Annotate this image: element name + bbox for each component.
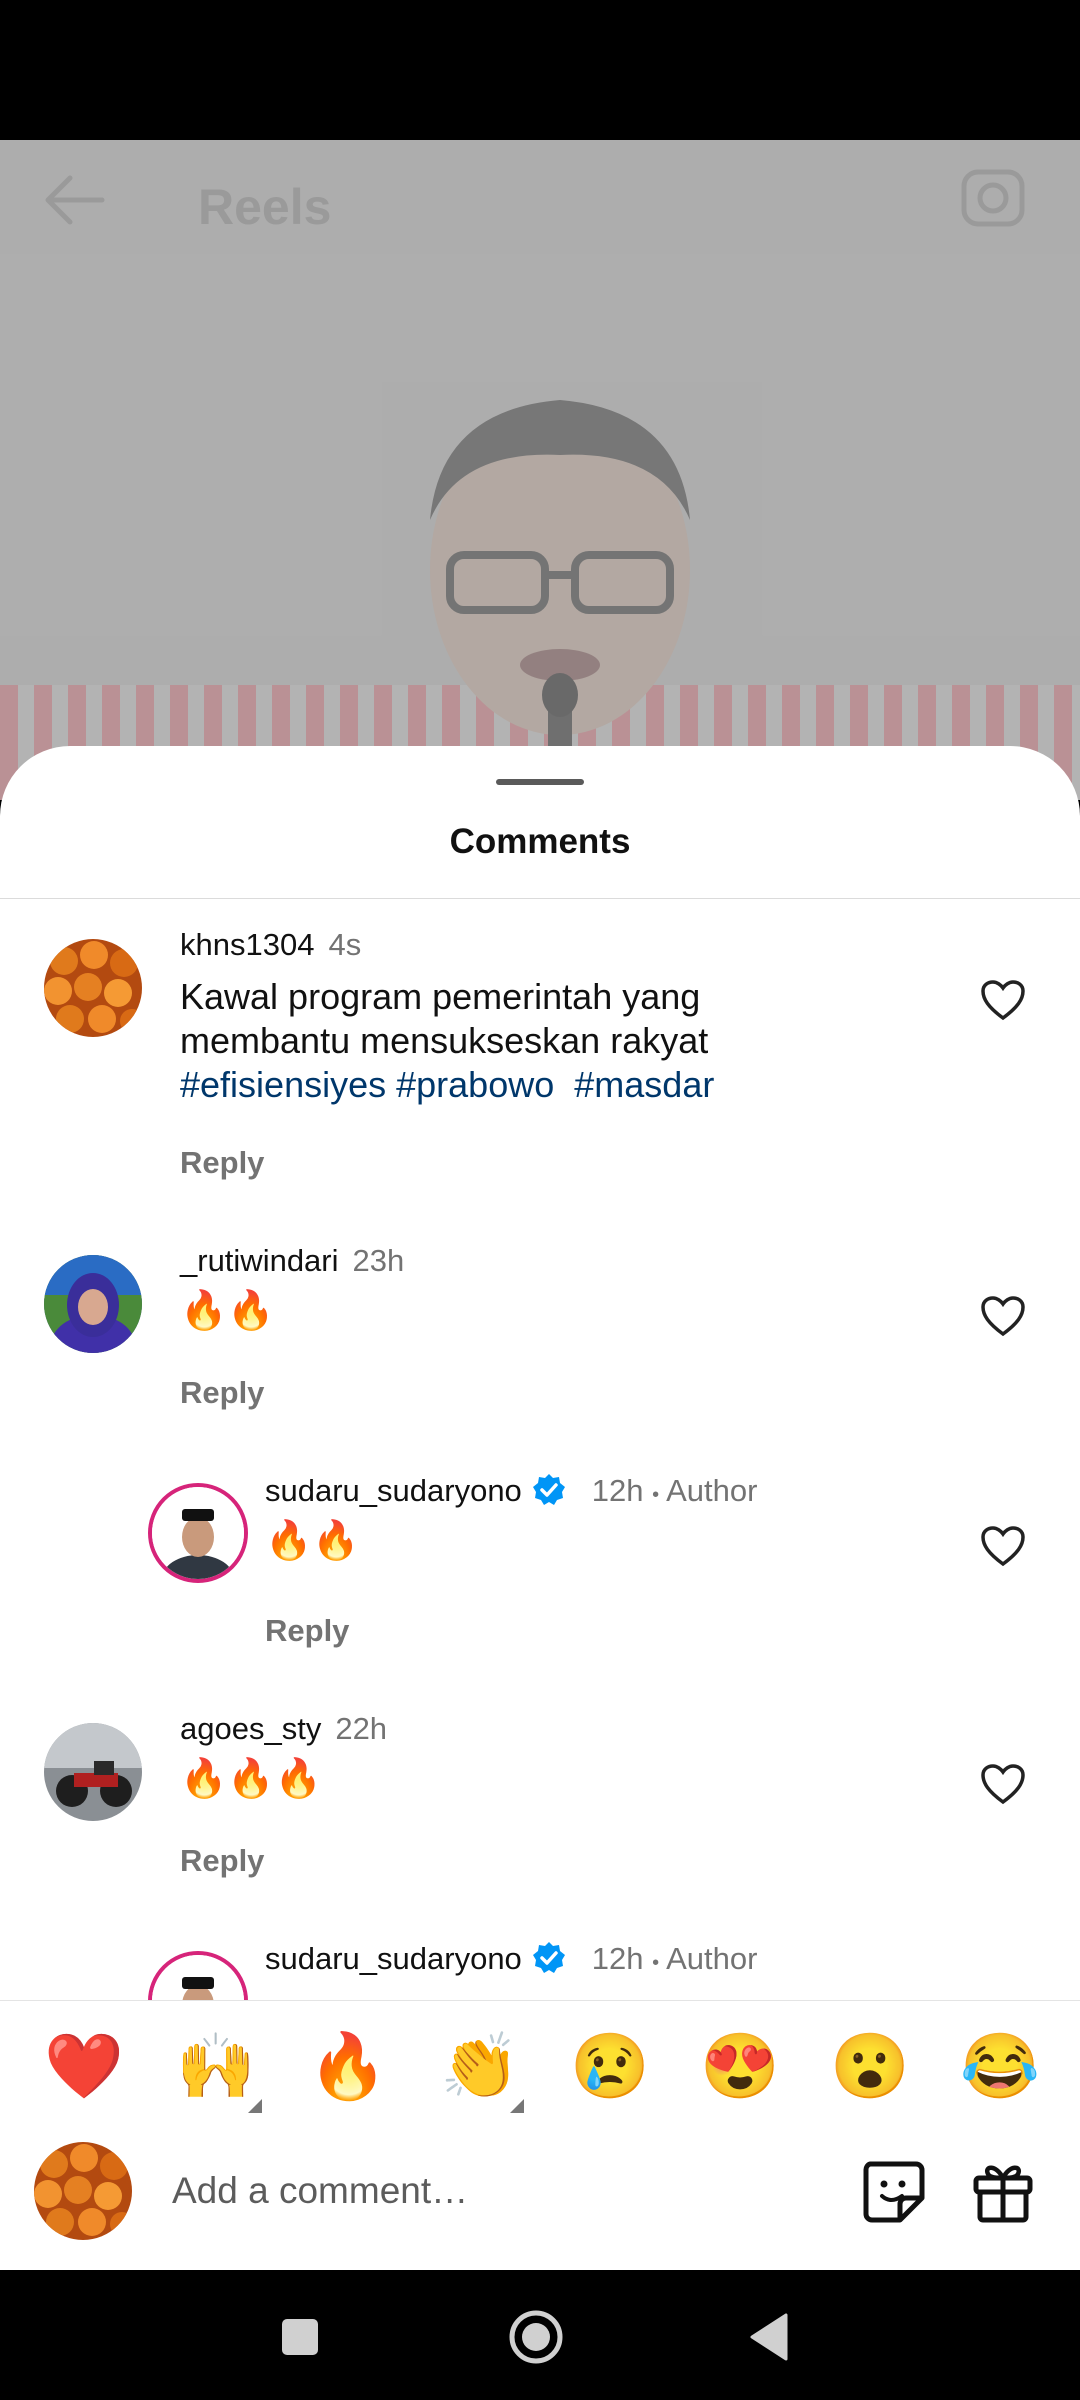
current-user-avatar: [34, 2142, 132, 2240]
system-navigation-bar: [0, 2270, 1080, 2400]
avatar-person-image: [44, 1255, 142, 1353]
status-bar: [0, 0, 1080, 140]
back-arrow-icon[interactable]: [40, 170, 110, 230]
like-heart-icon[interactable]: [980, 979, 1026, 1021]
reaction-red-heart[interactable]: ❤️: [44, 2031, 124, 2101]
verified-badge-icon: [532, 1942, 565, 1973]
verified-badge-icon: [532, 1474, 565, 1505]
comment-meta: agoes_sty 22h: [180, 1711, 387, 1747]
reply-button[interactable]: Reply: [180, 1843, 264, 1879]
avatar[interactable]: [44, 1255, 142, 1353]
sticker-icon[interactable]: [858, 2156, 928, 2226]
comment-meta: khns1304 4s: [180, 927, 361, 963]
avatar-motorbike-image: [44, 1723, 142, 1821]
hashtag-link[interactable]: #masdar: [574, 1064, 714, 1105]
gift-icon[interactable]: [968, 2156, 1038, 2226]
quick-reaction-bar: ❤️ 🙌 🔥 👏 😢 😍 😮 😂: [0, 2000, 1080, 2131]
comment-text-body: Kawal program pemerintah yang membantu m…: [180, 976, 709, 1061]
comment-text: Kawal program pemerintah yang membantu m…: [180, 975, 820, 1107]
like-heart-icon[interactable]: [980, 1763, 1026, 1805]
comment-text: 🔥🔥: [180, 1290, 275, 1332]
reels-header: Reels: [0, 140, 1080, 260]
comment-username[interactable]: sudaru_sudaryono: [265, 1941, 522, 1976]
author-label: Author: [666, 1473, 758, 1508]
avatar[interactable]: [148, 1483, 248, 1583]
sheet-drag-handle[interactable]: [496, 779, 584, 785]
avatar[interactable]: [44, 1723, 142, 1821]
comment-username[interactable]: _rutiwindari: [180, 1243, 339, 1278]
like-heart-icon[interactable]: [980, 1295, 1026, 1337]
home-circle-icon[interactable]: [504, 2305, 568, 2369]
comment-time: 23h: [352, 1243, 405, 1278]
comment-meta: _rutiwindari 23h: [180, 1243, 404, 1279]
separator-dot: •: [652, 1484, 660, 1506]
reaction-open-mouth[interactable]: 😮: [830, 2031, 910, 2101]
camera-icon[interactable]: [958, 162, 1028, 232]
reaction-crying-face[interactable]: 😢: [570, 2031, 650, 2101]
comment-composer: [0, 2130, 1080, 2270]
skin-tone-indicator-icon: [248, 2099, 262, 2113]
reaction-tears-of-joy[interactable]: 😂: [960, 2031, 1040, 2101]
avatar[interactable]: [44, 939, 142, 1037]
recents-square-icon[interactable]: [268, 2305, 332, 2369]
comment-meta: sudaru_sudaryono 12h • Author: [265, 1473, 757, 1509]
comment-input[interactable]: [170, 2158, 814, 2224]
avatar-fruit-image: [34, 2142, 132, 2240]
separator-dot: •: [652, 1952, 660, 1974]
back-triangle-icon[interactable]: [740, 2305, 804, 2369]
comment-text: 🔥🔥🔥: [180, 1758, 322, 1800]
comment-username[interactable]: khns1304: [180, 927, 314, 962]
comment-username[interactable]: agoes_sty: [180, 1711, 321, 1746]
hashtag-link[interactable]: #prabowo: [396, 1064, 554, 1105]
reaction-raising-hands[interactable]: 🙌: [176, 2031, 256, 2101]
hashtag-link[interactable]: #efisiensiyes: [180, 1064, 386, 1105]
author-label: Author: [666, 1941, 758, 1976]
comment-meta: sudaru_sudaryono 12h • Author: [265, 1941, 757, 1977]
reels-title: Reels: [198, 179, 332, 235]
comment-time: 22h: [335, 1711, 388, 1746]
reply-button[interactable]: Reply: [180, 1145, 264, 1181]
comment-text: 🔥🔥: [265, 1520, 360, 1562]
reaction-clapping-hands[interactable]: 👏: [440, 2031, 520, 2101]
reply-button[interactable]: Reply: [265, 1613, 349, 1649]
comment-time: 12h: [591, 1473, 644, 1508]
skin-tone-indicator-icon: [510, 2099, 524, 2113]
avatar-author-image: [152, 1487, 244, 1579]
comment-time: 4s: [328, 927, 362, 962]
sheet-title: Comments: [449, 822, 631, 861]
avatar-fruit-image: [44, 939, 142, 1037]
reaction-fire[interactable]: 🔥: [308, 2031, 388, 2101]
comments-list[interactable]: khns1304 4s Kawal program pemerintah yang…: [0, 899, 1080, 2046]
comment-time: 12h: [591, 1941, 644, 1976]
reply-button[interactable]: Reply: [180, 1375, 264, 1411]
comment-username[interactable]: sudaru_sudaryono: [265, 1473, 522, 1508]
reaction-heart-eyes[interactable]: 😍: [700, 2031, 780, 2101]
like-heart-icon[interactable]: [980, 1525, 1026, 1567]
